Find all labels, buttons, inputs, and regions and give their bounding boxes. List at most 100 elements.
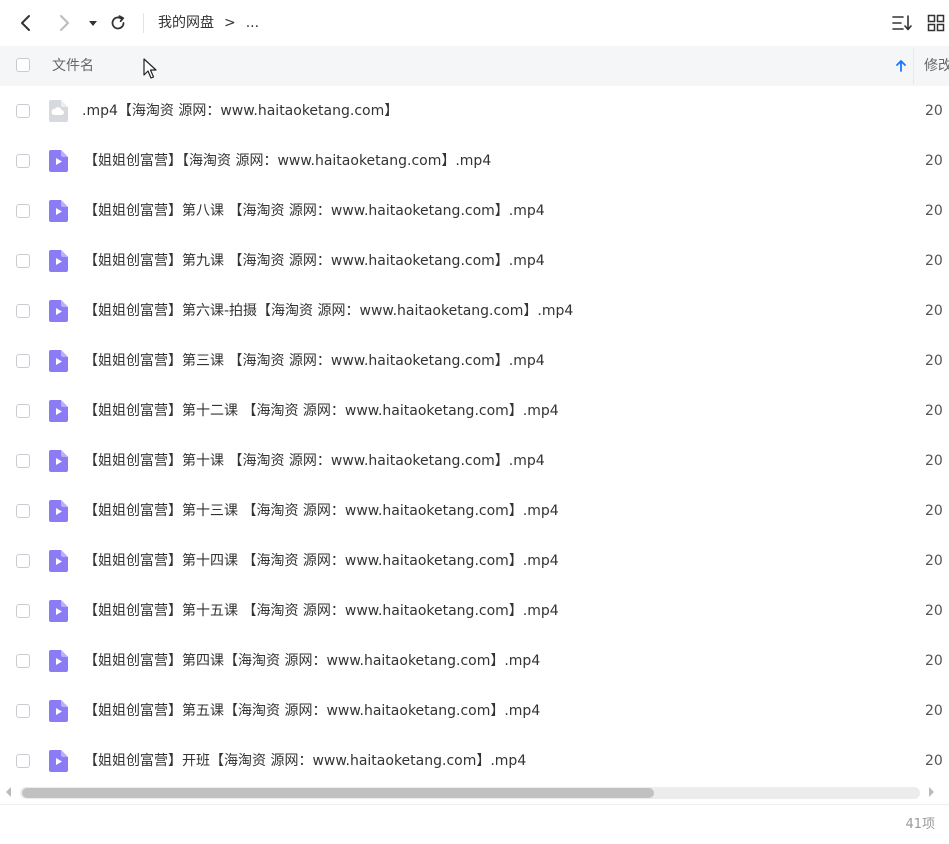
file-modified-date: 20 [925,453,943,469]
row-checkbox[interactable] [16,304,30,318]
row-checkbox[interactable] [16,654,30,668]
table-row[interactable]: 【姐姐创富营】【海淘资 源网：www.haitaoketang.com】.mp4… [0,136,949,186]
history-dropdown-button[interactable] [86,10,100,36]
breadcrumb-separator: > [224,15,236,31]
sort-ascending-icon[interactable] [893,56,909,76]
video-file-icon [49,500,68,522]
video-file-icon [49,400,68,422]
back-button[interactable] [14,10,38,36]
column-header-modified[interactable]: 修改 [924,56,949,76]
row-checkbox[interactable] [16,404,30,418]
file-modified-date: 20 [925,553,943,569]
file-name[interactable]: 【姐姐创富营】第三课 【海淘资 源网：www.haitaoketang.com】… [84,350,545,372]
row-checkbox[interactable] [16,454,30,468]
video-file-icon [49,550,68,572]
table-row[interactable]: 【姐姐创富营】开班【海淘资 源网：www.haitaoketang.com】.m… [0,736,949,786]
video-file-icon [49,700,68,722]
chevron-left-icon [21,15,30,31]
file-name[interactable]: 【姐姐创富营】第十课 【海淘资 源网：www.haitaoketang.com】… [84,450,545,472]
file-modified-date: 20 [925,253,943,269]
table-row[interactable]: 【姐姐创富营】第四课【海淘资 源网：www.haitaoketang.com】.… [0,636,949,686]
file-modified-date: 20 [925,703,943,719]
table-row[interactable]: 【姐姐创富营】第八课 【海淘资 源网：www.haitaoketang.com】… [0,186,949,236]
table-row[interactable]: .mp4【海淘资 源网：www.haitaoketang.com】 20 [0,86,949,136]
file-name[interactable]: 【姐姐创富营】第十五课 【海淘资 源网：www.haitaoketang.com… [84,600,559,622]
file-modified-date: 20 [925,753,943,769]
file-name[interactable]: 【姐姐创富营】第六课-拍摄【海淘资 源网：www.haitaoketang.co… [84,300,573,322]
table-row[interactable]: 【姐姐创富营】第十五课 【海淘资 源网：www.haitaoketang.com… [0,586,949,636]
video-file-icon [49,200,68,222]
file-modified-date: 20 [925,403,943,419]
file-modified-date: 20 [925,353,943,369]
table-row[interactable]: 【姐姐创富营】第十课 【海淘资 源网：www.haitaoketang.com】… [0,436,949,486]
column-header-name[interactable]: 文件名 [52,56,94,76]
forward-button[interactable] [52,10,76,36]
column-divider[interactable] [913,48,914,84]
table-row[interactable]: 【姐姐创富营】第十三课 【海淘资 源网：www.haitaoketang.com… [0,486,949,536]
table-row[interactable]: 【姐姐创富营】第三课 【海淘资 源网：www.haitaoketang.com】… [0,336,949,386]
scrollbar-thumb[interactable] [22,788,654,798]
video-file-icon [49,150,68,172]
file-name[interactable]: .mp4【海淘资 源网：www.haitaoketang.com】 [82,100,398,122]
video-file-icon [49,750,68,772]
video-file-icon [49,250,68,272]
scroll-right-icon[interactable] [929,787,934,797]
row-checkbox[interactable] [16,104,30,118]
breadcrumb-root[interactable]: 我的网盘 [158,15,214,31]
file-name[interactable]: 【姐姐创富营】【海淘资 源网：www.haitaoketang.com】.mp4 [84,150,491,172]
grid-view-button[interactable] [925,10,947,36]
video-file-icon [49,450,68,472]
table-row[interactable]: 【姐姐创富营】第十二课 【海淘资 源网：www.haitaoketang.com… [0,386,949,436]
file-name[interactable]: 【姐姐创富营】第九课 【海淘资 源网：www.haitaoketang.com】… [84,250,545,272]
table-row[interactable]: 【姐姐创富营】第九课 【海淘资 源网：www.haitaoketang.com】… [0,236,949,286]
row-checkbox[interactable] [16,704,30,718]
status-bar: 41项 [0,804,949,844]
scroll-left-icon[interactable] [6,787,11,797]
toolbar: 我的网盘 >... [0,0,949,46]
video-file-icon [49,650,68,672]
video-file-icon [49,350,68,372]
file-name[interactable]: 【姐姐创富营】第五课【海淘资 源网：www.haitaoketang.com】.… [84,700,540,722]
file-name[interactable]: 【姐姐创富营】第十四课 【海淘资 源网：www.haitaoketang.com… [84,550,559,572]
sort-icon [892,15,912,31]
refresh-button[interactable] [106,10,130,36]
refresh-icon [111,15,125,30]
table-row[interactable]: 【姐姐创富营】第五课【海淘资 源网：www.haitaoketang.com】.… [0,686,949,736]
file-name[interactable]: 【姐姐创富营】第十二课 【海淘资 源网：www.haitaoketang.com… [84,400,559,422]
file-modified-date: 20 [925,603,943,619]
horizontal-scrollbar[interactable] [0,782,949,804]
item-count: 41项 [905,817,935,832]
table-row[interactable]: 【姐姐创富营】第六课-拍摄【海淘资 源网：www.haitaoketang.co… [0,286,949,336]
row-checkbox[interactable] [16,504,30,518]
file-name[interactable]: 【姐姐创富营】第八课 【海淘资 源网：www.haitaoketang.com】… [84,200,545,222]
grid-view-icon [927,14,945,32]
chevron-right-icon [60,15,69,31]
file-modified-date: 20 [925,503,943,519]
row-checkbox[interactable] [16,604,30,618]
file-modified-date: 20 [925,103,943,119]
file-name[interactable]: 【姐姐创富营】第十三课 【海淘资 源网：www.haitaoketang.com… [84,500,559,522]
select-all-checkbox[interactable] [16,58,30,72]
mouse-cursor-icon [143,58,157,79]
video-file-icon [49,600,68,622]
file-modified-date: 20 [925,203,943,219]
row-checkbox[interactable] [16,204,30,218]
generic-file-icon [49,100,68,122]
row-checkbox[interactable] [16,154,30,168]
row-checkbox[interactable] [16,254,30,268]
breadcrumb-more[interactable]: ... [246,15,259,31]
file-modified-date: 20 [925,303,943,319]
file-modified-date: 20 [925,153,943,169]
file-name[interactable]: 【姐姐创富营】第四课【海淘资 源网：www.haitaoketang.com】.… [84,650,540,672]
row-checkbox[interactable] [16,354,30,368]
row-checkbox[interactable] [16,554,30,568]
file-modified-date: 20 [925,653,943,669]
table-row[interactable]: 【姐姐创富营】第十四课 【海淘资 源网：www.haitaoketang.com… [0,536,949,586]
breadcrumb: 我的网盘 >... [158,12,269,34]
toolbar-divider [143,13,144,33]
row-checkbox[interactable] [16,754,30,768]
video-file-icon [49,300,68,322]
caret-down-icon [89,21,97,26]
sort-button[interactable] [889,10,915,36]
file-name[interactable]: 【姐姐创富营】开班【海淘资 源网：www.haitaoketang.com】.m… [84,750,526,772]
